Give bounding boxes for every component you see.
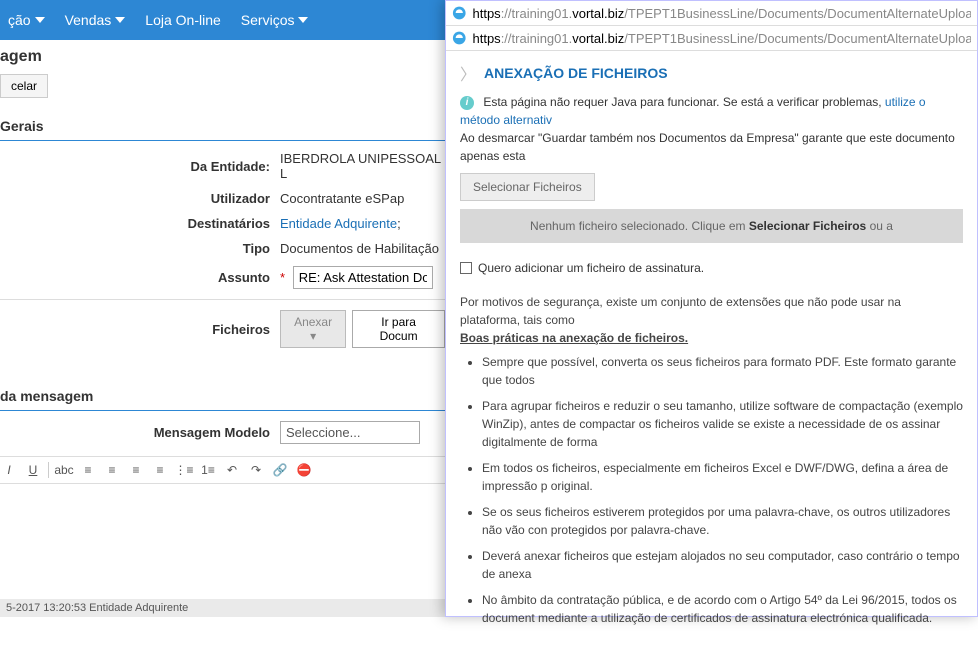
destinatarios-link[interactable]: Entidade Adquirente bbox=[280, 216, 397, 231]
nav-item-label: ção bbox=[8, 12, 31, 28]
cancel-button[interactable]: celar bbox=[0, 74, 48, 98]
italic-button[interactable]: I bbox=[0, 461, 18, 479]
main-form: agem celar Gerais Da Entidade: IBERDROLA… bbox=[0, 40, 445, 484]
modelo-select[interactable]: Seleccione... bbox=[280, 421, 420, 444]
url-text[interactable]: https://training01.vortal.biz/TPEPT1Busi… bbox=[473, 6, 972, 21]
list-item: Sempre que possível, converta os seus fi… bbox=[482, 353, 963, 389]
assunto-input[interactable] bbox=[293, 266, 433, 289]
page-title: agem bbox=[0, 40, 445, 70]
list-item: No âmbito da contratação pública, e de a… bbox=[482, 591, 963, 627]
align-left-button[interactable]: ≡ bbox=[79, 461, 97, 479]
align-justify-button[interactable]: ≡ bbox=[151, 461, 169, 479]
security-note: Por motivos de segurança, existe um conj… bbox=[460, 293, 963, 627]
list-item: Para agrupar ficheiros e reduzir o seu t… bbox=[482, 397, 963, 451]
status-bar: 5-2017 13:20:53 Entidade Adquirente bbox=[0, 599, 445, 617]
entidade-label: Da Entidade: bbox=[0, 159, 280, 174]
destinatarios-label: Destinatários bbox=[0, 216, 280, 231]
utilizador-value: Cocontratante eSPap bbox=[280, 191, 445, 206]
underline-button[interactable]: U bbox=[24, 461, 42, 479]
browser-tab-bar: https://training01.vortal.biz/TPEPT1Busi… bbox=[446, 26, 977, 51]
select-files-button[interactable]: Selecionar Ficheiros bbox=[460, 173, 595, 201]
undo-button[interactable]: ↶ bbox=[223, 461, 241, 479]
assunto-label: Assunto bbox=[0, 270, 280, 285]
nav-item-loja[interactable]: Loja On-line bbox=[145, 12, 221, 28]
section-general: Gerais bbox=[0, 108, 445, 141]
file-dropzone[interactable]: Nenhum ficheiro selecionado. Clique em S… bbox=[460, 209, 963, 243]
signature-file-label: Quero adicionar um ficheiro de assinatur… bbox=[478, 261, 704, 275]
list-item: Deverá anexar ficheiros que estejam aloj… bbox=[482, 547, 963, 583]
best-practices-link[interactable]: Boas práticas na anexação de ficheiros. bbox=[460, 331, 688, 345]
signature-file-checkbox[interactable] bbox=[460, 262, 472, 274]
required-icon: * bbox=[280, 270, 285, 285]
ficheiros-label: Ficheiros bbox=[0, 322, 280, 337]
tipo-value: Documentos de Habilitação bbox=[280, 241, 445, 256]
nav-item-label: Loja On-line bbox=[145, 12, 221, 28]
popup-title: ANEXAÇÃO DE FICHEIROS bbox=[484, 65, 668, 81]
align-center-button[interactable]: ≡ bbox=[103, 461, 121, 479]
list-ul-button[interactable]: ⋮≡ bbox=[175, 461, 193, 479]
utilizador-label: Utilizador bbox=[0, 191, 280, 206]
nav-item-servicos[interactable]: Serviços bbox=[241, 12, 309, 28]
align-right-button[interactable]: ≡ bbox=[127, 461, 145, 479]
nav-item-vendas[interactable]: Vendas bbox=[65, 12, 126, 28]
modelo-label: Mensagem Modelo bbox=[0, 425, 280, 440]
best-practices-list: Sempre que possível, converta os seus fi… bbox=[460, 353, 963, 627]
browser-address-bar: https://training01.vortal.biz/TPEPT1Busi… bbox=[446, 1, 977, 26]
tipo-label: Tipo bbox=[0, 241, 280, 256]
ie-icon bbox=[452, 30, 467, 46]
link-button[interactable]: 🔗 bbox=[271, 461, 289, 479]
unlink-button[interactable]: ⛔ bbox=[295, 461, 313, 479]
anexar-button[interactable]: Anexar ▾ bbox=[280, 310, 346, 348]
chevron-down-icon: ▾ bbox=[310, 329, 316, 343]
chevron-down-icon bbox=[115, 17, 125, 23]
tab-title[interactable]: https://training01.vortal.biz/TPEPT1Busi… bbox=[473, 31, 972, 46]
chevron-right-icon: 〉 bbox=[460, 61, 476, 85]
list-item: Em todos os ficheiros, especialmente em … bbox=[482, 459, 963, 495]
info-icon: i bbox=[460, 96, 474, 110]
entidade-value: IBERDROLA UNIPESSOAL L bbox=[280, 151, 445, 181]
ie-icon bbox=[452, 5, 467, 21]
strike-button[interactable]: abc bbox=[55, 461, 73, 479]
nav-item-label: Serviços bbox=[241, 12, 295, 28]
list-item: Se os seus ficheiros estiverem protegido… bbox=[482, 503, 963, 539]
info-text: i Esta página não requer Java para funci… bbox=[460, 93, 963, 165]
section-conteudo: da mensagem bbox=[0, 378, 445, 411]
redo-button[interactable]: ↷ bbox=[247, 461, 265, 479]
ir-para-documentos-button[interactable]: Ir para Docum bbox=[352, 310, 445, 348]
nav-item-label: Vendas bbox=[65, 12, 112, 28]
chevron-down-icon bbox=[35, 17, 45, 23]
upload-popup: https://training01.vortal.biz/TPEPT1Busi… bbox=[445, 0, 978, 617]
nav-item-1[interactable]: ção bbox=[8, 12, 45, 28]
chevron-down-icon bbox=[298, 17, 308, 23]
rich-text-toolbar: I U abc ≡ ≡ ≡ ≡ ⋮≡ 1≡ ↶ ↷ 🔗 ⛔ bbox=[0, 456, 445, 484]
list-ol-button[interactable]: 1≡ bbox=[199, 461, 217, 479]
